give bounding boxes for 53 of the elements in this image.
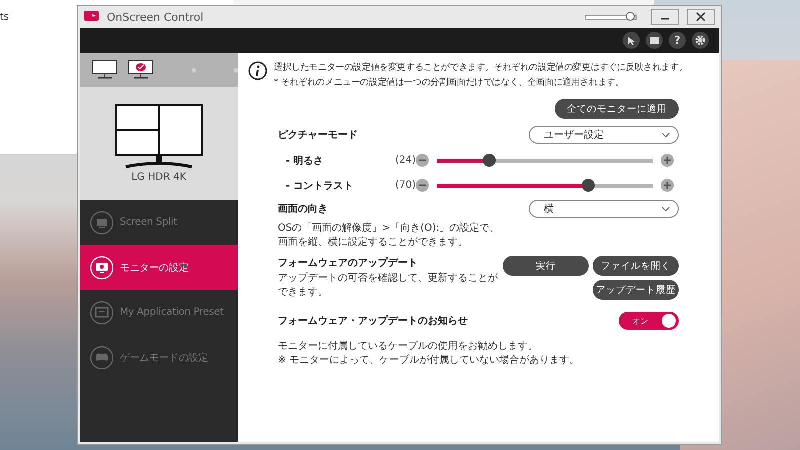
plus-icon [664,182,671,189]
picture-mode-label: ピクチャーモード [278,128,358,142]
notification-label: フォームウェア・アップデートのお知らせ [278,314,468,328]
orientation-label: 画面の向き [278,202,328,216]
firmware-description: アップデートの可否を確認して、更新することが できます。 [278,272,498,300]
firmware-button[interactable]: アップデート履歴 [593,280,679,300]
game-icon [90,346,114,370]
increase-button[interactable] [661,154,674,167]
firmware-title: フォームウェアのアップデート [278,256,419,270]
page-dot [234,68,238,72]
apply-all-button[interactable]: 全てのモニターに適用 [555,99,679,119]
cable-note: モニターに付属しているケーブルの使用をお勧めします。 ※ モニターによって、ケーブルが付属していない場合があります。 [277,340,581,368]
chevron-icon [662,132,670,138]
screen-button[interactable] [646,32,663,49]
opacity-slider[interactable] [585,14,637,20]
minus-icon [419,182,426,189]
gear-icon [695,35,706,46]
monitor-selector[interactable] [128,60,154,80]
minimize-button[interactable] [651,9,679,25]
split-icon [90,210,114,234]
cursor-button[interactable] [623,32,640,49]
slider-value: (70) [394,180,416,191]
monitor-selector[interactable] [92,60,118,80]
settings-icon [90,256,114,280]
increase-button[interactable] [661,179,674,192]
screen-icon [650,36,660,44]
info-icon [248,61,268,81]
decrease-button[interactable] [416,154,429,167]
help-button[interactable]: ? [669,32,686,49]
slider-label: - 明るさ [286,154,325,168]
minus-icon [419,157,426,164]
notification-toggle[interactable]: オン [619,312,679,330]
cursor-icon [627,36,636,46]
preset-icon [90,300,114,324]
window-title: OnScreen Control [107,10,205,24]
firmware-button[interactable]: ファイルを開く [593,256,679,276]
window-text: ts [0,12,10,23]
decrease-button[interactable] [416,179,429,192]
orientation-description: OSの「画面の解像度」>「向き(O):」の設定で、 画面を縦、横に設定することができます。 [277,222,501,250]
close-button[interactable] [687,9,715,25]
picture-mode-dropdown[interactable]: ユーザー設定 [529,126,679,144]
nav-item[interactable]: モニターの設定 [80,245,238,290]
settings-button[interactable] [692,32,709,49]
app-logo-icon [84,11,99,23]
monitor-name: LG HDR 4K [132,172,186,183]
orientation-dropdown[interactable]: 横 [529,200,679,218]
slider-label: - コントラスト [286,180,355,192]
info-text: 選択したモニターの設定値を変更することができます。それぞれの設定値の変更はすぐに反映されます。 * それぞれのメニューの設定値は一つの分割画面だけではなく、全画面に適用されます。 [274,62,688,90]
chevron-icon [662,206,670,212]
close-icon [696,12,706,22]
firmware-button[interactable]: 実行 [503,256,589,276]
plus-icon [664,157,671,164]
slider-value: (24) [394,155,416,166]
